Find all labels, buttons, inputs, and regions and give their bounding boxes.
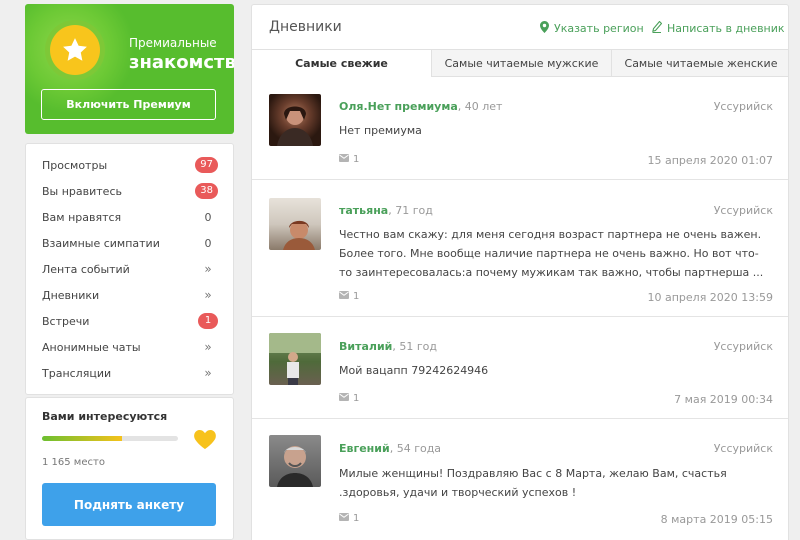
chevron-right-icon: » (204, 340, 212, 354)
menu-item-label: Просмотры (42, 158, 108, 172)
comments-count[interactable]: 1 (339, 291, 359, 302)
comments-count-value: 1 (353, 393, 360, 404)
author-city: Уссурийск (713, 340, 773, 353)
star-icon (50, 25, 100, 75)
author-name[interactable]: татьяна, 71 год (339, 204, 433, 217)
author-age: , 54 года (389, 442, 442, 455)
menu-item-broadcasts[interactable]: Трансляции » (42, 362, 218, 384)
author-name[interactable]: Евгений, 54 года (339, 442, 441, 455)
raise-profile-button[interactable]: Поднять анкету (42, 483, 216, 526)
menu-item-label: Встречи (42, 314, 90, 328)
menu-item-you-like[interactable]: Вам нравятся 0 (42, 206, 218, 228)
menu-item-feed[interactable]: Лента событий » (42, 258, 218, 280)
tab-newest[interactable]: Самые свежие (252, 50, 431, 77)
menu-item-label: Вам нравятся (42, 210, 122, 224)
views-count-badge: 97 (195, 157, 218, 173)
diary-tabs: Самые свежие Самые читаемые мужские Самы… (252, 49, 788, 77)
chevron-right-icon: » (204, 262, 212, 276)
you-like-count: 0 (204, 210, 212, 224)
author-name[interactable]: Оля.Нет премиума, 40 лет (339, 100, 502, 113)
avatar[interactable] (269, 435, 321, 487)
chevron-right-icon: » (204, 288, 212, 302)
chevron-right-icon: » (204, 366, 212, 380)
entry-date: 7 мая 2019 00:34 (674, 393, 773, 406)
interest-panel: Вами интересуются 1 165 место Поднять ан… (25, 397, 234, 540)
menu-item-mutual[interactable]: Взаимные симпатии 0 (42, 232, 218, 254)
write-diary-label: Написать в дневник (667, 22, 785, 35)
entry-text[interactable]: Милые женщины! Поздравляю Вас с 8 Марта,… (339, 464, 769, 502)
heart-icon (193, 428, 217, 454)
menu-item-label: Лента событий (42, 262, 130, 276)
interest-place: 1 165 место (42, 457, 105, 468)
comments-count[interactable]: 1 (339, 154, 359, 165)
diary-entry[interactable]: татьяна, 71 год Уссурийск Честно вам ска… (252, 180, 788, 317)
diaries-panel: Дневники Указать регион Написать в дневн… (251, 4, 789, 540)
premium-badge (45, 20, 105, 80)
liked-you-count-badge: 38 (195, 183, 218, 199)
stats-menu: Просмотры 97 Вы нравитесь 38 Вам нравятс… (25, 143, 234, 395)
write-diary-link[interactable]: Написать в дневник (652, 20, 785, 36)
tab-most-read-women[interactable]: Самые читаемые женские (611, 50, 788, 77)
comments-count-value: 1 (353, 154, 360, 165)
menu-item-liked-you[interactable]: Вы нравитесь 38 (42, 180, 218, 202)
avatar[interactable] (269, 94, 321, 146)
menu-item-label: Дневники (42, 288, 100, 302)
envelope-icon (339, 393, 349, 404)
interest-progress-fill (42, 436, 123, 441)
location-pin-icon (540, 21, 549, 36)
menu-item-views[interactable]: Просмотры 97 (42, 154, 218, 176)
diary-entry[interactable]: Оля.Нет премиума, 40 лет Уссурийск Нет п… (252, 77, 788, 180)
set-region-link[interactable]: Указать регион (540, 21, 644, 36)
author-name[interactable]: Виталий, 51 год (339, 340, 437, 353)
menu-item-meetings[interactable]: Встречи 1 (42, 310, 218, 332)
menu-item-label: Трансляции (42, 366, 112, 380)
enable-premium-button[interactable]: Включить Премиум (41, 89, 216, 120)
comments-count-value: 1 (353, 513, 360, 524)
envelope-icon (339, 513, 349, 524)
avatar[interactable] (269, 198, 321, 250)
set-region-label: Указать регион (554, 22, 644, 35)
menu-item-anon-chats[interactable]: Анонимные чаты » (42, 336, 218, 358)
author-city: Уссурийск (713, 100, 773, 113)
menu-item-label: Анонимные чаты (42, 340, 141, 354)
author-age: , 51 год (392, 340, 437, 353)
premium-title-line2: знакомства (129, 52, 234, 73)
author-age: , 71 год (388, 204, 433, 217)
envelope-icon (339, 154, 349, 165)
pen-icon (652, 20, 663, 36)
avatar[interactable] (269, 333, 321, 385)
interest-progress-bar (42, 436, 178, 441)
page-title: Дневники (269, 19, 342, 35)
diary-entry[interactable]: Евгений, 54 года Уссурийск Милые женщины… (252, 419, 788, 540)
menu-item-diaries[interactable]: Дневники » (42, 284, 218, 306)
meetings-count-badge: 1 (198, 313, 218, 329)
comments-count[interactable]: 1 (339, 513, 359, 524)
entry-text[interactable]: Честно вам скажу: для меня сегодня возра… (339, 225, 769, 282)
envelope-icon (339, 291, 349, 302)
diary-entry[interactable]: Виталий, 51 год Уссурийск Мой вацапп 792… (252, 317, 788, 419)
menu-item-label: Вы нравитесь (42, 184, 122, 198)
interest-title: Вами интересуются (42, 410, 168, 423)
author-city: Уссурийск (713, 442, 773, 455)
author-city: Уссурийск (713, 204, 773, 217)
comments-count[interactable]: 1 (339, 393, 359, 404)
entry-date: 15 апреля 2020 01:07 (647, 154, 773, 167)
mutual-count: 0 (204, 236, 212, 250)
comments-count-value: 1 (353, 291, 360, 302)
entry-date: 8 марта 2019 05:15 (660, 513, 773, 526)
entry-text[interactable]: Нет премиума (339, 121, 769, 140)
menu-item-label: Взаимные симпатии (42, 236, 160, 250)
author-age: , 40 лет (457, 100, 503, 113)
premium-card: Премиальные знакомства Включить Премиум (25, 4, 234, 134)
tab-most-read-men[interactable]: Самые читаемые мужские (431, 50, 611, 77)
premium-title-line1: Премиальные (129, 36, 217, 50)
entry-text[interactable]: Мой вацапп 79242624946 (339, 361, 769, 380)
entry-date: 10 апреля 2020 13:59 (647, 291, 773, 304)
